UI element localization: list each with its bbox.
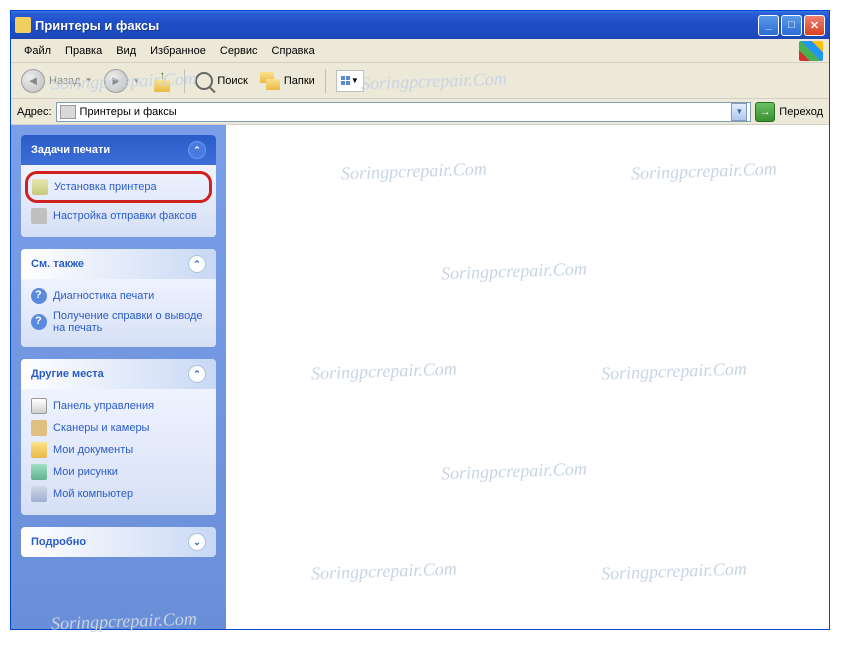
menubar: Файл Правка Вид Избранное Сервис Справка xyxy=(11,39,829,63)
link-label: Диагностика печати xyxy=(53,290,154,302)
printer-wizard-icon xyxy=(32,179,48,195)
link-label: Установка принтера xyxy=(54,181,157,193)
address-label: Адрес: xyxy=(17,106,52,118)
panel-body: Панель управления Сканеры и камеры Мои д… xyxy=(21,389,216,515)
separator xyxy=(184,69,185,93)
control-panel-link[interactable]: Панель управления xyxy=(31,395,206,417)
fax-icon xyxy=(31,208,47,224)
link-label: Получение справки о выводе на печать xyxy=(53,310,206,334)
details-header[interactable]: Подробно ⌄ xyxy=(21,527,216,557)
go-button[interactable]: → xyxy=(755,102,775,122)
link-label: Мои документы xyxy=(53,444,133,456)
link-label: Сканеры и камеры xyxy=(53,422,149,434)
dropdown-icon: ▼ xyxy=(85,76,93,85)
link-label: Мои рисунки xyxy=(53,466,118,478)
help-icon xyxy=(31,288,47,304)
back-button[interactable]: ◄ Назад ▼ xyxy=(17,67,96,95)
search-icon xyxy=(195,72,213,90)
print-help-link[interactable]: Получение справки о выводе на печать xyxy=(31,307,206,337)
my-computer-link[interactable]: Мой компьютер xyxy=(31,483,206,505)
scanner-icon xyxy=(31,420,47,436)
chevron-up-icon: ⌃ xyxy=(188,255,206,273)
toolbar: ◄ Назад ▼ ► ▼ Поиск Папки ▼ xyxy=(11,63,829,99)
panel-title: Подробно xyxy=(31,536,86,548)
separator xyxy=(325,69,326,93)
menu-file[interactable]: Файл xyxy=(17,43,58,59)
address-input[interactable]: Принтеры и факсы ▼ xyxy=(56,102,752,122)
install-printer-link[interactable]: Установка принтера xyxy=(32,176,205,198)
views-button[interactable]: ▼ xyxy=(332,68,368,94)
panel-title: Другие места xyxy=(31,368,104,380)
details-panel: Подробно ⌄ xyxy=(21,527,216,557)
forward-button[interactable]: ► ▼ xyxy=(100,67,144,95)
folders-label: Папки xyxy=(284,75,315,87)
link-label: Мой компьютер xyxy=(53,488,133,500)
link-label: Настройка отправки факсов xyxy=(53,210,197,222)
panel-title: Задачи печати xyxy=(31,144,110,156)
folders-icon xyxy=(260,72,280,90)
menu-tools[interactable]: Сервис xyxy=(213,43,265,59)
folder-up-icon xyxy=(152,70,174,92)
my-documents-icon xyxy=(31,442,47,458)
dropdown-icon: ▼ xyxy=(132,76,140,85)
back-label: Назад xyxy=(49,75,81,87)
explorer-window: Принтеры и факсы _ □ ✕ Файл Правка Вид И… xyxy=(10,10,830,630)
addressbar: Адрес: Принтеры и факсы ▼ → Переход xyxy=(11,99,829,125)
close-button[interactable]: ✕ xyxy=(804,15,825,36)
other-places-header[interactable]: Другие места ⌃ xyxy=(21,359,216,389)
search-button[interactable]: Поиск xyxy=(191,70,251,92)
see-also-header[interactable]: См. также ⌃ xyxy=(21,249,216,279)
panel-body: Установка принтера Настройка отправки фа… xyxy=(21,165,216,237)
search-label: Поиск xyxy=(217,75,247,87)
menu-edit[interactable]: Правка xyxy=(58,43,109,59)
control-panel-icon xyxy=(31,398,47,414)
my-pictures-link[interactable]: Мои рисунки xyxy=(31,461,206,483)
go-label: Переход xyxy=(779,106,823,118)
fax-setup-link[interactable]: Настройка отправки факсов xyxy=(31,205,206,227)
scanners-link[interactable]: Сканеры и камеры xyxy=(31,417,206,439)
up-button[interactable] xyxy=(148,68,178,94)
printer-fax-icon xyxy=(60,105,76,119)
views-icon: ▼ xyxy=(336,70,364,92)
window-title: Принтеры и факсы xyxy=(35,18,758,33)
back-arrow-icon: ◄ xyxy=(21,69,45,93)
titlebar[interactable]: Принтеры и факсы _ □ ✕ xyxy=(11,11,829,39)
panel-body: Диагностика печати Получение справки о в… xyxy=(21,279,216,347)
task-pane: Задачи печати ⌃ Установка принтера Настр… xyxy=(11,125,226,629)
chevron-up-icon: ⌃ xyxy=(188,365,206,383)
folder-view[interactable] xyxy=(226,125,829,629)
menu-view[interactable]: Вид xyxy=(109,43,143,59)
print-tasks-panel: Задачи печати ⌃ Установка принтера Настр… xyxy=(21,135,216,237)
see-also-panel: См. также ⌃ Диагностика печати Получение… xyxy=(21,249,216,347)
my-pictures-icon xyxy=(31,464,47,480)
caption-buttons: _ □ ✕ xyxy=(758,15,825,36)
folders-button[interactable]: Папки xyxy=(256,70,319,92)
panel-title: См. также xyxy=(31,258,84,270)
menu-help[interactable]: Справка xyxy=(265,43,322,59)
other-places-panel: Другие места ⌃ Панель управления Сканеры… xyxy=(21,359,216,515)
highlight-ring: Установка принтера xyxy=(25,171,212,203)
my-documents-link[interactable]: Мои документы xyxy=(31,439,206,461)
windows-logo-icon xyxy=(799,41,823,61)
menu-favorites[interactable]: Избранное xyxy=(143,43,213,59)
minimize-button[interactable]: _ xyxy=(758,15,779,36)
address-value: Принтеры и факсы xyxy=(80,106,177,118)
chevron-down-icon: ⌄ xyxy=(188,533,206,551)
link-label: Панель управления xyxy=(53,400,154,412)
help-icon xyxy=(31,314,47,330)
my-computer-icon xyxy=(31,486,47,502)
address-dropdown-icon[interactable]: ▼ xyxy=(731,103,747,121)
content-area: Задачи печати ⌃ Установка принтера Настр… xyxy=(11,125,829,629)
diagnostics-link[interactable]: Диагностика печати xyxy=(31,285,206,307)
chevron-up-icon: ⌃ xyxy=(188,141,206,159)
maximize-button[interactable]: □ xyxy=(781,15,802,36)
printer-icon xyxy=(15,17,31,33)
forward-arrow-icon: ► xyxy=(104,69,128,93)
print-tasks-header[interactable]: Задачи печати ⌃ xyxy=(21,135,216,165)
